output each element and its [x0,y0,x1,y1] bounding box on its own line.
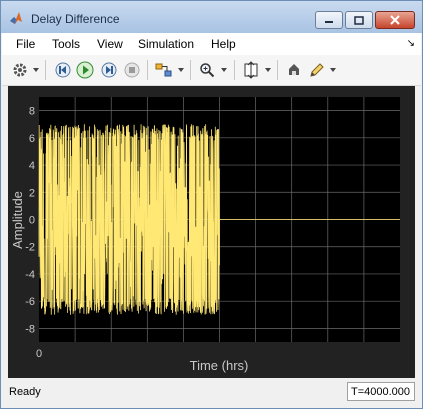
toolbar [2,55,421,86]
menu-simulation[interactable]: Simulation [138,37,194,51]
toolbar-separator [190,60,191,80]
x-axis-label: Time (hrs) [190,358,249,373]
y-axis-label: Amplitude [10,191,25,249]
toolbar-separator [234,60,235,80]
zoom-icon[interactable] [198,61,216,79]
run-icon[interactable] [76,61,94,79]
scope-plot[interactable]: 8 6 4 2 0 -2 -4 -6 -8 0 Time (hrs) Amplitude [8,86,415,378]
status-text: Ready [9,386,41,398]
y-tick-label: -8 [25,323,35,335]
toolbar-separator [45,60,46,80]
close-button[interactable] [375,11,415,29]
highlight-icon[interactable] [285,61,303,79]
x-tick-label: 0 [36,348,42,360]
menu-bar: File Tools View Simulation Help ↘ [2,33,421,55]
minimize-button[interactable] [315,11,343,29]
gear-dropdown-icon[interactable] [33,67,39,73]
autoscale-dropdown-icon[interactable] [265,67,271,73]
edit-icon[interactable] [308,61,326,79]
gear-icon[interactable] [11,61,29,79]
menu-view[interactable]: View [97,37,123,51]
maximize-icon [354,15,364,25]
y-tick-label: 4 [29,160,35,172]
y-tick-label: 2 [29,187,35,199]
toolbar-separator [277,60,278,80]
simulation-time: T=4000.000 [347,382,415,401]
close-icon [390,15,400,25]
signal-dropdown-icon[interactable] [178,67,184,73]
scope-window: Delay Difference File Tools View Simulat… [0,0,423,409]
matlab-icon [10,12,22,24]
menu-help[interactable]: Help [211,37,236,51]
autoscale-icon[interactable] [242,61,260,79]
y-tick-label: -2 [25,242,35,254]
menu-file[interactable]: File [16,37,35,51]
title-bar[interactable]: Delay Difference [1,1,422,33]
menu-tools[interactable]: Tools [52,37,80,51]
minimize-icon [325,21,333,23]
maximize-button[interactable] [345,11,373,29]
step-forward-icon[interactable] [100,61,118,79]
toolbar-separator [147,60,148,80]
step-back-icon[interactable] [54,61,72,79]
status-bar: Ready T=4000.000 [2,380,421,406]
scope-plot-panel: 8 6 4 2 0 -2 -4 -6 -8 0 Time (hrs) Amplitude [8,86,415,378]
stop-icon[interactable] [123,61,141,79]
menu-dock-arrow-icon[interactable]: ↘ [407,38,415,49]
zoom-dropdown-icon[interactable] [221,67,227,73]
signal-selector-icon[interactable] [155,61,173,79]
edit-dropdown-icon[interactable] [330,67,336,73]
y-tick-label: 0 [29,215,35,227]
y-tick-label: -4 [25,269,35,281]
y-tick-label: -6 [25,296,35,308]
y-tick-label: 8 [29,106,35,118]
y-tick-label: 6 [29,133,35,145]
window-title: Delay Difference [31,12,120,26]
